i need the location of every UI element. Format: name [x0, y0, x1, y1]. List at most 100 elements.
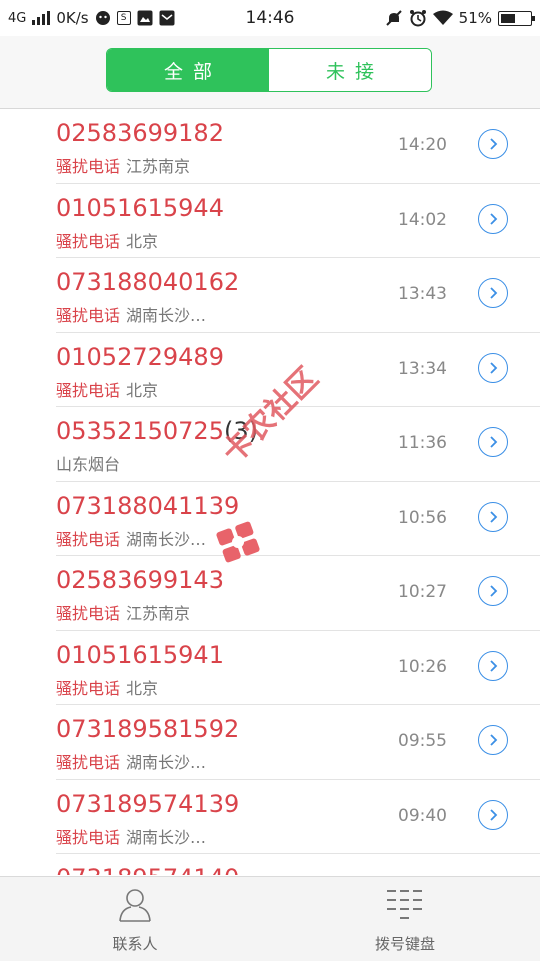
phone-number: 073188040162	[56, 268, 239, 296]
phone-number-text: 073189574139	[56, 789, 240, 818]
call-subline: 骚扰电话 湖南长沙…	[56, 526, 206, 550]
call-log-row[interactable]: 073188040162 骚扰电话 湖南长沙… 13:43	[56, 258, 540, 333]
spam-tag: 骚扰电话	[56, 306, 121, 325]
spam-tag: 骚扰电话	[56, 529, 121, 549]
alarm-icon	[409, 9, 427, 27]
wifi-icon	[432, 10, 453, 26]
call-subline: 骚扰电话 湖南长沙…	[56, 302, 206, 326]
call-location: 北京	[126, 231, 159, 251]
call-log-row[interactable]: 02583699182 骚扰电话 江苏南京 14:20	[56, 109, 540, 184]
call-subline: 骚扰电话 江苏南京	[56, 600, 190, 624]
phone-number-text: 01052729489	[56, 342, 224, 371]
call-time: 09:55	[398, 731, 447, 751]
chevron-right-icon[interactable]	[478, 203, 508, 234]
phone-number: 01051615944	[56, 194, 224, 222]
call-log-row[interactable]: 05352150725(3) 山东烟台 11:36	[56, 407, 540, 482]
chevron-right-icon[interactable]	[478, 725, 508, 755]
phone-number-text: 073188041139	[56, 491, 240, 520]
call-location: 山东烟台	[56, 455, 121, 474]
chevron-right-icon[interactable]	[478, 650, 508, 681]
spam-tag: 骚扰电话	[56, 231, 121, 251]
phone-number: 02583699182	[56, 119, 224, 147]
phone-number-text: 073188040162	[56, 268, 240, 296]
mail-notification-icon	[159, 10, 175, 26]
tab-missed[interactable]: 未接	[269, 49, 431, 91]
call-log-row[interactable]: 073188041139 骚扰电话 湖南长沙… 10:56	[56, 482, 540, 556]
call-time: 11:36	[398, 433, 447, 453]
spam-tag: 骚扰电话	[56, 157, 121, 176]
call-filter-tabs: 全部 未接	[106, 48, 432, 92]
call-location: 湖南长沙…	[126, 827, 207, 847]
chevron-right-icon[interactable]	[478, 501, 508, 532]
call-time: 14:02	[398, 209, 447, 230]
phone-number-text: 073189581592	[56, 715, 240, 743]
status-left: 4G 0K/s S	[8, 9, 175, 27]
call-subline: 骚扰电话 北京	[56, 377, 158, 401]
chevron-right-icon[interactable]	[478, 427, 508, 457]
call-log-list[interactable]: 02583699182 骚扰电话 江苏南京 14:20 01051615944 骚扰电话北…	[0, 109, 540, 875]
watermark-logo-icon	[214, 518, 262, 566]
call-subline: 骚扰电话 北京	[56, 675, 158, 699]
call-log-row[interactable]: 01051615944 骚扰电话 北京 14:02	[56, 184, 540, 258]
phone-number-text: 05352150725	[56, 417, 224, 445]
call-time: 10:56	[398, 507, 447, 528]
call-location: 北京	[126, 678, 159, 698]
call-time: 14:20	[398, 135, 447, 155]
bottom-nav: 联系人 拨号键盘	[0, 876, 540, 961]
call-subline: 骚扰电话 湖南长沙…	[56, 749, 206, 773]
chevron-right-icon[interactable]	[478, 278, 508, 308]
call-time: 10:27	[398, 582, 447, 602]
call-location: 湖南长沙…	[126, 529, 207, 549]
dialpad-button[interactable]: 拨号键盘	[270, 877, 540, 961]
spam-tag: 骚扰电话	[56, 827, 121, 847]
status-bar: 4G 0K/s S 14:46 51%	[0, 0, 540, 36]
call-time: 09:40	[398, 805, 447, 826]
person-icon	[119, 888, 151, 922]
phone-number: 073189581592	[56, 715, 239, 743]
call-time: 13:34	[398, 358, 447, 379]
phone-number: 073189574139	[56, 790, 239, 818]
call-log-row[interactable]: 02583699143 骚扰电话 江苏南京 10:27	[56, 556, 540, 631]
call-log-row[interactable]: 073189574139 骚扰电话 湖南长沙… 09:40	[56, 780, 540, 854]
phone-number-text: 02583699182	[56, 119, 224, 147]
header: 全部 未接	[0, 36, 540, 109]
contacts-button[interactable]: 联系人	[0, 877, 270, 961]
phone-number: 073188041139	[56, 492, 239, 520]
tab-all[interactable]: 全部	[107, 49, 269, 91]
chevron-right-icon[interactable]	[478, 799, 508, 830]
phone-number-text: 01051615944	[56, 193, 224, 222]
call-log-row[interactable]: 073189574140	[56, 854, 540, 875]
battery-icon	[498, 10, 535, 26]
spam-tag: 骚扰电话	[56, 753, 121, 772]
call-location: 江苏南京	[126, 157, 191, 176]
phone-number: 01051615941	[56, 641, 224, 669]
call-subline: 骚扰电话 北京	[56, 228, 158, 252]
dialpad-label: 拨号键盘	[374, 934, 435, 953]
mute-icon	[385, 9, 403, 27]
call-time: 13:43	[398, 284, 447, 304]
phone-number-text: 02583699143	[56, 566, 224, 594]
phone-number-text: 01051615941	[56, 640, 224, 669]
image-notification-icon	[137, 10, 153, 26]
chevron-right-icon[interactable]	[478, 352, 508, 383]
signal-icon	[32, 11, 51, 25]
call-location: 湖南长沙…	[126, 753, 207, 772]
call-log-row[interactable]: 073189581592 骚扰电话 湖南长沙… 09:55	[56, 705, 540, 780]
call-location: 江苏南京	[126, 604, 191, 623]
phone-number-text: 073189574140	[56, 864, 239, 875]
call-subline: 骚扰电话 湖南长沙…	[56, 824, 206, 848]
status-right: 51%	[385, 9, 535, 27]
spam-tag: 骚扰电话	[56, 380, 121, 400]
network-type: 4G	[8, 10, 27, 26]
call-log-row[interactable]: 01051615941 骚扰电话 北京 10:26	[56, 631, 540, 705]
chevron-right-icon[interactable]	[478, 129, 508, 159]
chevron-right-icon[interactable]	[478, 576, 508, 606]
call-subline: 骚扰电话 江苏南京	[56, 153, 190, 177]
battery-percent: 51%	[458, 9, 492, 27]
phone-number: 02583699143	[56, 566, 224, 594]
chat-notification-icon	[95, 10, 111, 26]
call-subline: 山东烟台	[56, 451, 120, 475]
net-speed: 0K/s	[56, 9, 89, 27]
call-location: 北京	[126, 380, 159, 400]
contacts-label: 联系人	[112, 934, 158, 953]
